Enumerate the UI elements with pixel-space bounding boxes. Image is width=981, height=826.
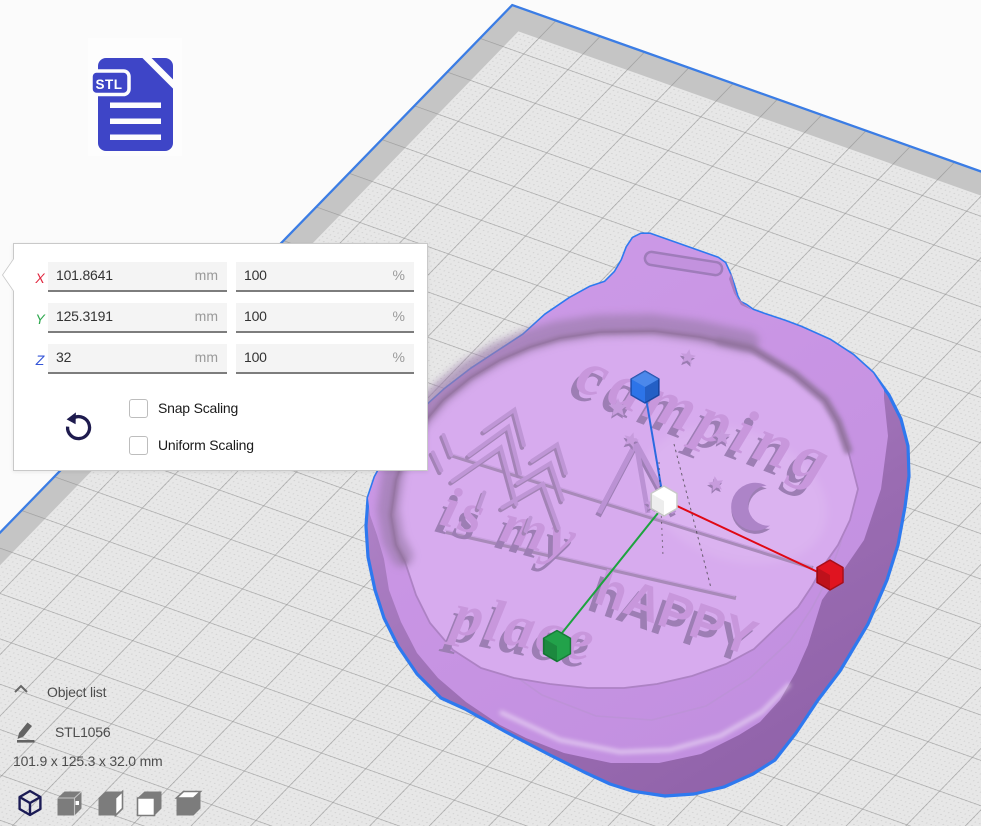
svg-text:STL: STL — [96, 77, 123, 92]
